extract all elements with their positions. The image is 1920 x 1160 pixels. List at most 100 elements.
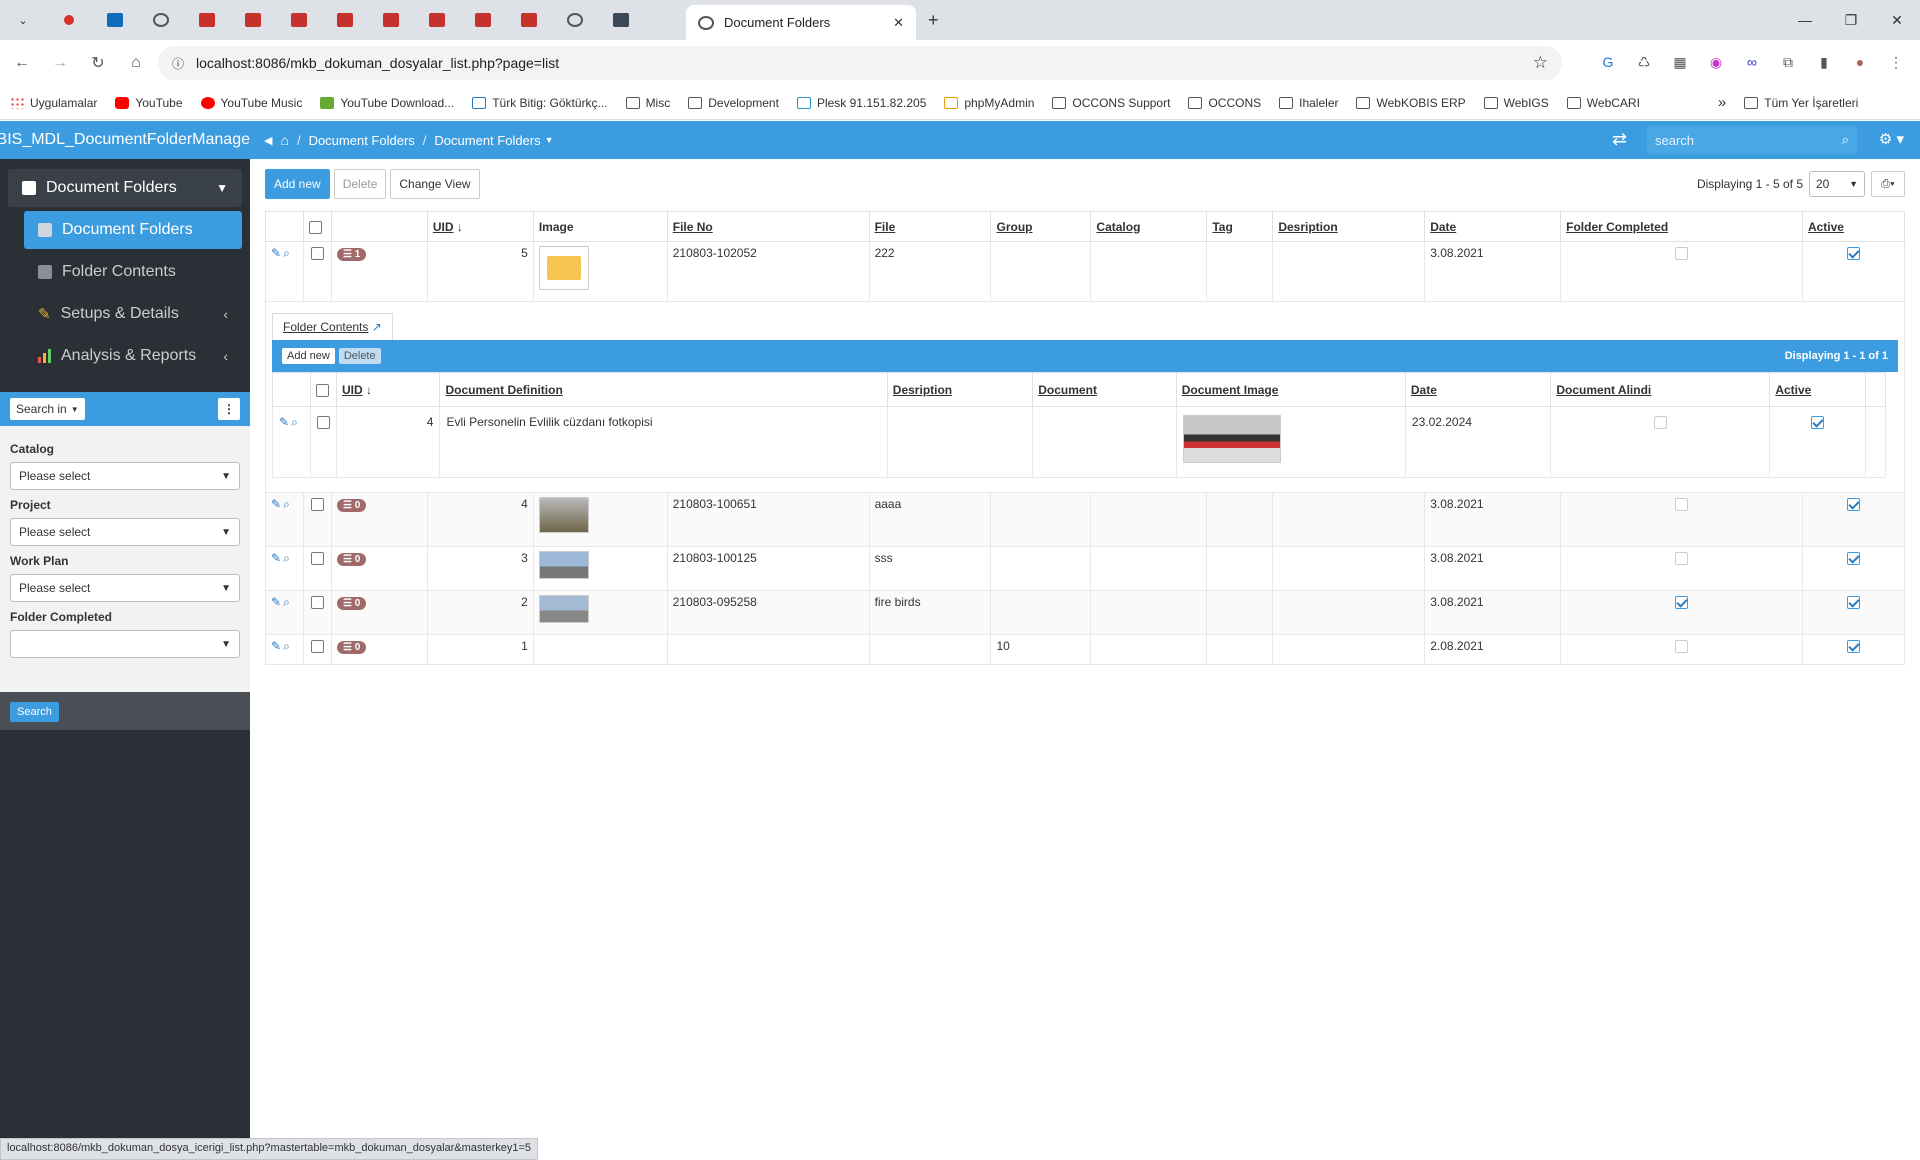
- extensions-icon[interactable]: ⧉: [1772, 46, 1804, 78]
- browser-tab[interactable]: [92, 0, 138, 40]
- color-picker-icon[interactable]: ◉: [1700, 46, 1732, 78]
- bookmark-item[interactable]: WebIGS: [1483, 96, 1549, 110]
- address-bar[interactable]: ⓘ localhost:8086/mkb_dokuman_dosyalar_li…: [158, 46, 1562, 80]
- browser-tab[interactable]: [138, 0, 184, 40]
- bookmark-item[interactable]: YouTube: [115, 96, 183, 110]
- side-panel-icon[interactable]: ▮: [1808, 46, 1840, 78]
- close-tab-icon[interactable]: ✕: [893, 15, 904, 31]
- search-options-icon[interactable]: ⋮: [218, 398, 240, 420]
- detail-delete-button[interactable]: Delete: [338, 348, 381, 364]
- image-thumbnail[interactable]: [538, 595, 589, 623]
- close-window-icon[interactable]: ✕: [1874, 0, 1920, 40]
- bookmark-item[interactable]: OCCONS Support: [1052, 96, 1170, 110]
- image-thumbnail[interactable]: [538, 497, 589, 533]
- view-icon[interactable]: ⌕: [283, 639, 290, 653]
- bookmark-item[interactable]: Plesk 91.151.82.205: [796, 96, 926, 110]
- forward-icon[interactable]: →: [44, 47, 76, 79]
- new-tab-button[interactable]: +: [928, 10, 939, 31]
- site-info-icon[interactable]: ⓘ: [172, 55, 184, 72]
- qr-icon[interactable]: ▦: [1664, 46, 1696, 78]
- row-checkbox[interactable]: [310, 552, 324, 566]
- bookmark-item[interactable]: Development: [688, 96, 779, 110]
- document-image-thumbnail[interactable]: [1182, 415, 1281, 463]
- column-header-catalog[interactable]: Catalog: [1090, 211, 1208, 242]
- profile-avatar[interactable]: ●: [1844, 46, 1876, 78]
- edit-icon[interactable]: ✎: [279, 415, 289, 429]
- bookmark-item[interactable]: YouTube Music: [200, 96, 302, 110]
- global-search-input[interactable]: search ⌕: [1647, 126, 1857, 154]
- bookmark-item[interactable]: Uygulamalar: [10, 96, 97, 110]
- view-icon[interactable]: ⌕: [283, 595, 290, 609]
- link-icon[interactable]: ∞: [1736, 46, 1768, 78]
- folder-thumbnail[interactable]: [538, 246, 589, 290]
- row-checkbox[interactable]: [310, 498, 324, 512]
- row-checkbox[interactable]: [310, 640, 324, 654]
- browser-tab[interactable]: [552, 0, 598, 40]
- column-header-group[interactable]: Group: [990, 211, 1092, 242]
- column-header-document-alindi[interactable]: Document Alindi: [1550, 372, 1771, 407]
- sidebar-item-analysis-reports[interactable]: Analysis & Reports ‹: [24, 337, 242, 375]
- bookmark-item[interactable]: WebKOBIS ERP: [1356, 96, 1466, 110]
- switch-view-icon[interactable]: ⇄: [1612, 129, 1627, 150]
- row-checkbox[interactable]: [316, 416, 330, 430]
- details-count-badge[interactable]: ☰ 1: [336, 248, 367, 261]
- catalog-select[interactable]: Please select ▼: [10, 462, 240, 490]
- browser-tab[interactable]: [230, 0, 276, 40]
- column-header-document[interactable]: Document: [1032, 372, 1177, 407]
- column-header-active[interactable]: Active: [1801, 211, 1906, 242]
- detail-add-new-button[interactable]: Add new: [282, 348, 335, 364]
- back-icon[interactable]: ←: [6, 47, 38, 79]
- browser-tab[interactable]: [322, 0, 368, 40]
- sidebar-item-folder-contents[interactable]: Folder Contents: [24, 253, 242, 291]
- bookmark-item[interactable]: Ihaleler: [1279, 96, 1338, 110]
- column-header-tag[interactable]: Tag: [1206, 211, 1274, 242]
- details-count-badge[interactable]: ☰ 0: [336, 499, 367, 512]
- gear-icon[interactable]: ⚙ ▾: [1879, 130, 1904, 148]
- search-icon[interactable]: ⌕: [1842, 132, 1849, 148]
- view-icon[interactable]: ⌕: [283, 551, 290, 565]
- home-icon[interactable]: ⌂: [280, 132, 288, 148]
- browser-tab[interactable]: [276, 0, 322, 40]
- page-size-select[interactable]: 20 ▼: [1809, 171, 1865, 197]
- column-header-file[interactable]: File: [868, 211, 992, 242]
- reload-icon[interactable]: ↻: [82, 47, 114, 79]
- print-button[interactable]: ⎙▾: [1871, 171, 1905, 197]
- bookmark-item[interactable]: WebCARI: [1566, 96, 1640, 110]
- delete-button[interactable]: Delete: [333, 169, 387, 199]
- column-header-date[interactable]: Date: [1404, 372, 1552, 407]
- row-checkbox[interactable]: [310, 596, 324, 610]
- column-header-date[interactable]: Date: [1424, 211, 1562, 242]
- details-count-badge[interactable]: ☰ 0: [336, 553, 367, 566]
- sidebar-group-document-folders[interactable]: Document Folders ▼: [8, 169, 242, 207]
- breadcrumb-item[interactable]: Document Folders: [309, 133, 415, 148]
- tab-search-button[interactable]: ⌄: [0, 0, 46, 40]
- minimize-icon[interactable]: —: [1782, 0, 1828, 40]
- other-bookmarks[interactable]: Tüm Yer İşaretleri: [1744, 96, 1858, 110]
- search-in-dropdown[interactable]: Search in ▼: [10, 398, 85, 420]
- view-icon[interactable]: ⌕: [291, 415, 298, 429]
- browser-tab[interactable]: [46, 0, 92, 40]
- bookmark-item[interactable]: OCCONS: [1188, 96, 1261, 110]
- edit-icon[interactable]: ✎: [271, 497, 281, 511]
- sidebar-item-setups-details[interactable]: ✎ Setups & Details ‹: [24, 295, 242, 333]
- view-icon[interactable]: ⌕: [283, 246, 290, 260]
- restore-icon[interactable]: ❐: [1828, 0, 1874, 40]
- column-header-file-no[interactable]: File No: [666, 211, 870, 242]
- folder-completed-select[interactable]: ▼: [10, 630, 240, 658]
- browser-tab[interactable]: [184, 0, 230, 40]
- details-count-badge[interactable]: ☰ 0: [336, 641, 367, 654]
- column-header-document-image[interactable]: Document Image: [1175, 372, 1406, 407]
- column-header-desription[interactable]: Desription: [1272, 211, 1426, 242]
- change-view-button[interactable]: Change View: [390, 169, 480, 199]
- view-icon[interactable]: ⌕: [283, 497, 290, 511]
- bookmark-item[interactable]: Misc: [625, 96, 670, 110]
- row-checkbox[interactable]: [310, 247, 324, 261]
- project-select[interactable]: Please select ▼: [10, 518, 240, 546]
- browser-tab[interactable]: [460, 0, 506, 40]
- bookmark-item[interactable]: phpMyAdmin: [944, 96, 1034, 110]
- work-plan-select[interactable]: Please select ▼: [10, 574, 240, 602]
- column-header-folder-completed[interactable]: Folder Completed: [1560, 211, 1803, 242]
- detail-select-all-checkbox[interactable]: [315, 383, 329, 397]
- column-header-active[interactable]: Active: [1769, 372, 1866, 407]
- active-browser-tab[interactable]: Document Folders ✕: [686, 5, 916, 40]
